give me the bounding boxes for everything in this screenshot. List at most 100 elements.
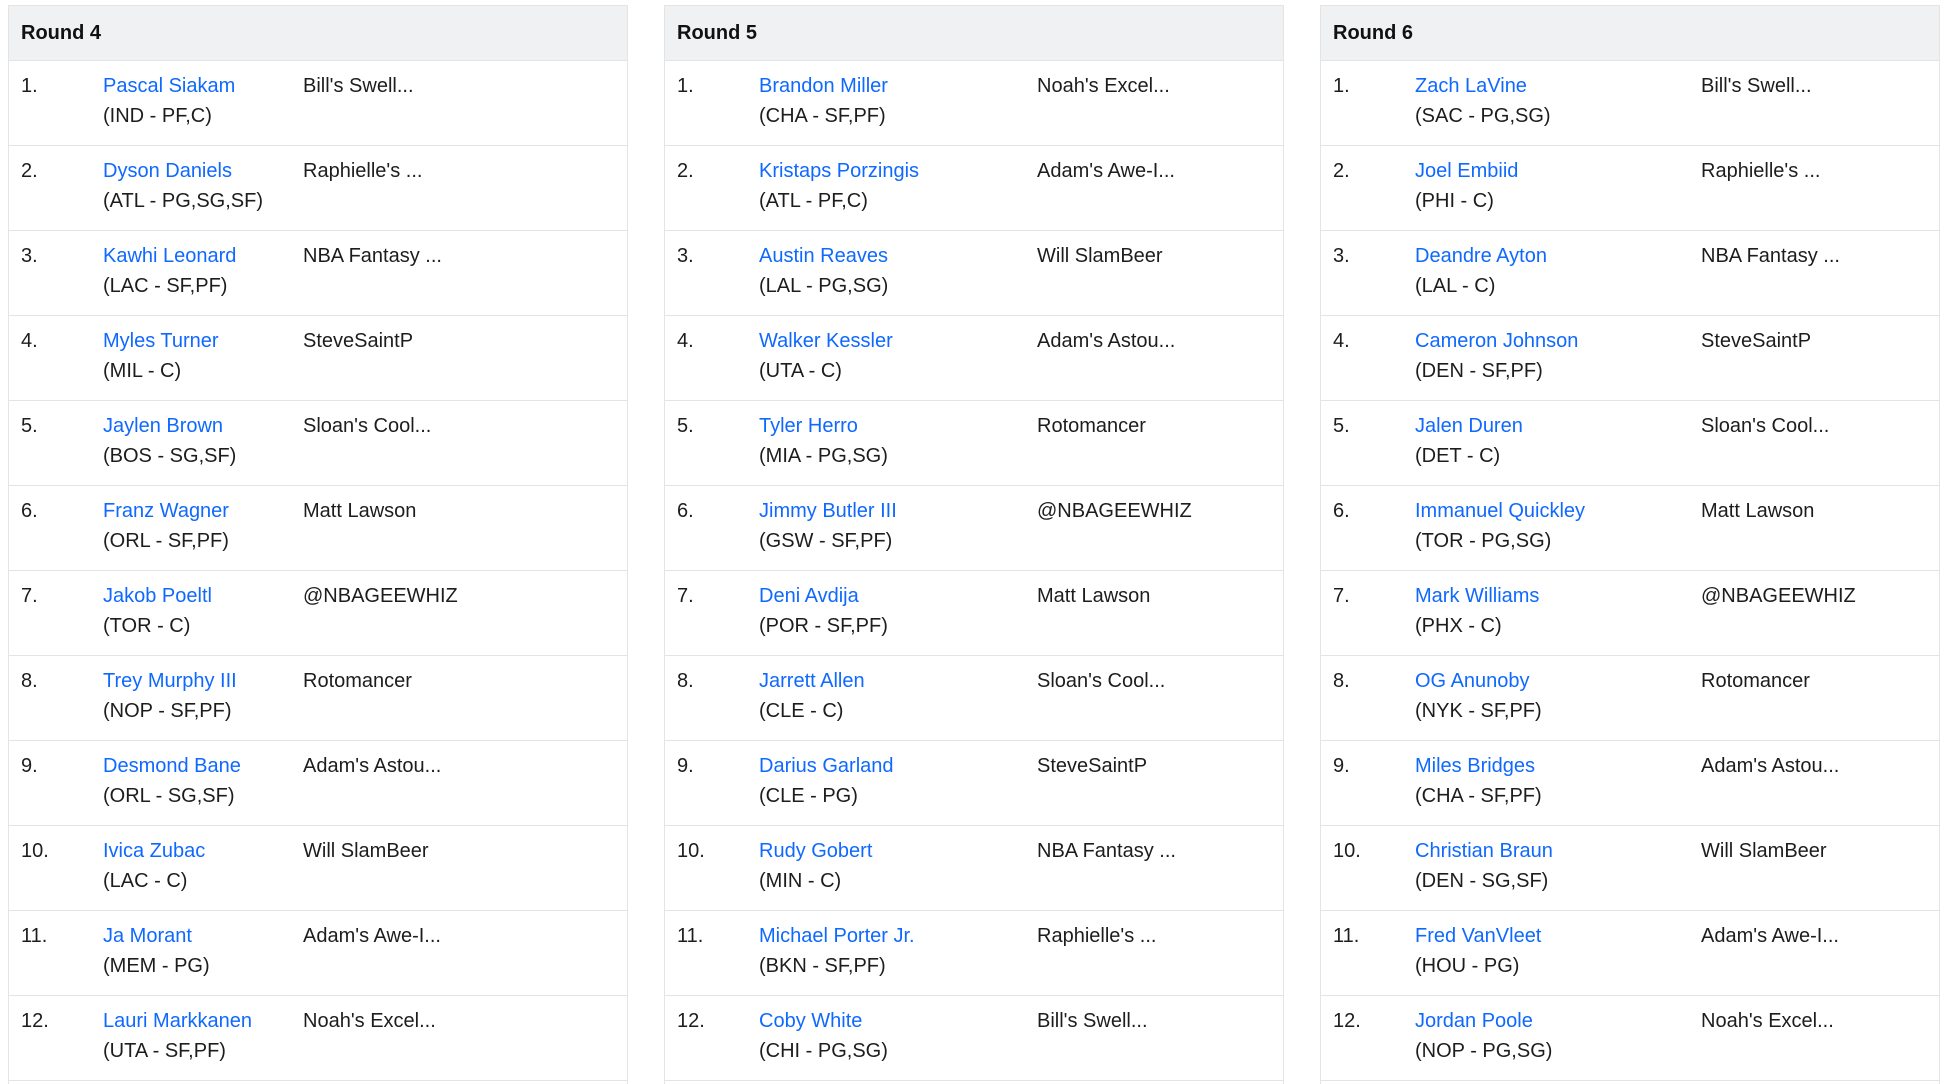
player-link[interactable]: Ja Morant xyxy=(103,925,192,948)
player-link[interactable]: Walker Kessler xyxy=(759,330,893,353)
pick-row: 7. Deni Avdija (POR - SF,PF) Matt Lawson xyxy=(665,571,1283,656)
pick-row: 10. Ivica Zubac (LAC - C) Will SlamBeer xyxy=(9,826,627,911)
pick-row: 10. Christian Braun (DEN - SG,SF) Will Slam… xyxy=(1321,826,1939,911)
fantasy-team-name: Rotomancer xyxy=(303,670,412,692)
player-link[interactable]: Deni Avdija xyxy=(759,585,859,608)
player-link[interactable]: Jarrett Allen xyxy=(759,670,865,693)
player-team-positions: (TOR - C) xyxy=(103,615,191,637)
pick-row: 7. Jakob Poeltl (TOR - C) @NBAGEEWHIZ xyxy=(9,571,627,656)
pick-row: 12. Coby White (CHI - PG,SG) Bill's Swell..… xyxy=(665,996,1283,1081)
player-link[interactable]: Cameron Johnson xyxy=(1415,330,1578,353)
fantasy-team-name: Adam's Astou... xyxy=(1701,755,1840,777)
pick-row: 11. Fred VanVleet (HOU - PG) Adam's Awe-I..… xyxy=(1321,911,1939,996)
pick-number: 9. xyxy=(21,755,38,777)
player-team-positions: (MIL - C) xyxy=(103,360,182,382)
player-link[interactable]: Jalen Duren xyxy=(1415,415,1523,438)
player-link[interactable]: Brandon Miller xyxy=(759,75,888,98)
player-link[interactable]: Immanuel Quickley xyxy=(1415,500,1585,523)
player-team-positions: (ORL - SG,SF) xyxy=(103,785,235,807)
pick-number: 9. xyxy=(1333,755,1350,777)
player-link[interactable]: Desmond Bane xyxy=(103,755,241,778)
pick-row: 10. Rudy Gobert (MIN - C) NBA Fantasy ... xyxy=(665,826,1283,911)
player-link[interactable]: Myles Turner xyxy=(103,330,219,353)
pick-number: 5. xyxy=(677,415,694,437)
player-link[interactable]: Trey Murphy III xyxy=(103,670,237,693)
player-link[interactable]: Kawhi Leonard xyxy=(103,245,236,268)
player-link[interactable]: Pascal Siakam xyxy=(103,75,235,98)
round-6-column: Round 6 1. Zach LaVine (SAC - PG,SG) Bill's… xyxy=(1320,5,1940,1084)
pick-row: 6. Immanuel Quickley (TOR - PG,SG) Matt Law… xyxy=(1321,486,1939,571)
fantasy-team-name: Will SlamBeer xyxy=(1037,245,1163,267)
pick-row: 8. Trey Murphy III (NOP - SF,PF) Rotomancer xyxy=(9,656,627,741)
player-link[interactable]: Darius Garland xyxy=(759,755,894,778)
pick-row: 12. Jordan Poole (NOP - PG,SG) Noah's Excel… xyxy=(1321,996,1939,1081)
pick-number: 4. xyxy=(677,330,694,352)
pick-number: 1. xyxy=(677,75,694,97)
player-link[interactable]: Miles Bridges xyxy=(1415,755,1535,778)
pick-number: 11. xyxy=(677,925,704,947)
player-link[interactable]: Joel Embiid xyxy=(1415,160,1518,183)
pick-row: 2. Kristaps Porzingis (ATL - PF,C) Adam's A… xyxy=(665,146,1283,231)
player-link[interactable]: Franz Wagner xyxy=(103,500,229,523)
pick-number: 11. xyxy=(21,925,48,947)
pick-number: 3. xyxy=(21,245,38,267)
pick-number: 12. xyxy=(1333,1010,1361,1032)
player-link[interactable]: Jakob Poeltl xyxy=(103,585,212,608)
player-team-positions: (ATL - PG,SG,SF) xyxy=(103,190,264,212)
player-team-positions: (HOU - PG) xyxy=(1415,955,1520,977)
player-team-positions: (CHA - SF,PF) xyxy=(759,105,886,127)
pick-number: 12. xyxy=(21,1010,49,1032)
fantasy-team-name: Matt Lawson xyxy=(1701,500,1815,522)
pick-number: 4. xyxy=(1333,330,1350,352)
pick-number: 2. xyxy=(1333,160,1350,182)
player-link[interactable]: Austin Reaves xyxy=(759,245,888,268)
pick-row: 11. Michael Porter Jr. (BKN - SF,PF) Raphie… xyxy=(665,911,1283,996)
fantasy-team-name: Will SlamBeer xyxy=(303,840,429,862)
pick-number: 7. xyxy=(1333,585,1350,607)
fantasy-team-name: Matt Lawson xyxy=(303,500,417,522)
pick-row: 8. OG Anunoby (NYK - SF,PF) Rotomancer xyxy=(1321,656,1939,741)
fantasy-team-name: Noah's Excel... xyxy=(1701,1010,1834,1032)
player-link[interactable]: Fred VanVleet xyxy=(1415,925,1541,948)
fantasy-team-name: Adam's Astou... xyxy=(1037,330,1176,352)
fantasy-team-name: Raphielle's ... xyxy=(1701,160,1821,182)
player-link[interactable]: Dyson Daniels xyxy=(103,160,232,183)
pick-row: 6. Jimmy Butler III (GSW - SF,PF) @NBAGEEWH… xyxy=(665,486,1283,571)
fantasy-team-name: Sloan's Cool... xyxy=(303,415,432,437)
fantasy-team-name: Bill's Swell... xyxy=(1701,75,1812,97)
player-team-positions: (PHX - C) xyxy=(1415,615,1502,637)
player-link[interactable]: Christian Braun xyxy=(1415,840,1553,863)
pick-row: 4. Cameron Johnson (DEN - SF,PF) SteveSaint… xyxy=(1321,316,1939,401)
player-link[interactable]: Jimmy Butler III xyxy=(759,500,897,523)
player-link[interactable]: Coby White xyxy=(759,1010,862,1033)
fantasy-team-name: Matt Lawson xyxy=(1037,585,1151,607)
player-team-positions: (DET - C) xyxy=(1415,445,1501,467)
pick-row: 8. Jarrett Allen (CLE - C) Sloan's Cool... xyxy=(665,656,1283,741)
pick-row: 2. Joel Embiid (PHI - C) Raphielle's ... xyxy=(1321,146,1939,231)
player-link[interactable]: Ivica Zubac xyxy=(103,840,205,863)
player-team-positions: (MIN - C) xyxy=(759,870,842,892)
player-link[interactable]: Tyler Herro xyxy=(759,415,858,438)
player-link[interactable]: Deandre Ayton xyxy=(1415,245,1547,268)
player-team-positions: (MIA - PG,SG) xyxy=(759,445,888,467)
player-link[interactable]: OG Anunoby xyxy=(1415,670,1530,693)
fantasy-team-name: Adam's Awe-I... xyxy=(1037,160,1175,182)
player-team-positions: (MEM - PG) xyxy=(103,955,210,977)
pick-row: 11. Ja Morant (MEM - PG) Adam's Awe-I... xyxy=(9,911,627,996)
pick-number: 6. xyxy=(1333,500,1350,522)
player-link[interactable]: Michael Porter Jr. xyxy=(759,925,915,948)
player-link[interactable]: Jaylen Brown xyxy=(103,415,223,438)
player-link[interactable]: Rudy Gobert xyxy=(759,840,872,863)
player-link[interactable]: Kristaps Porzingis xyxy=(759,160,919,183)
player-team-positions: (DEN - SF,PF) xyxy=(1415,360,1543,382)
player-link[interactable]: Mark Williams xyxy=(1415,585,1539,608)
player-team-positions: (IND - PF,C) xyxy=(103,105,212,127)
player-team-positions: (PHI - C) xyxy=(1415,190,1494,212)
player-link[interactable]: Zach LaVine xyxy=(1415,75,1527,98)
player-link[interactable]: Lauri Markkanen xyxy=(103,1010,252,1033)
pick-row: 4. Walker Kessler (UTA - C) Adam's Astou... xyxy=(665,316,1283,401)
pick-number: 8. xyxy=(1333,670,1350,692)
player-link[interactable]: Jordan Poole xyxy=(1415,1010,1533,1033)
pick-number: 5. xyxy=(21,415,38,437)
player-team-positions: (TOR - PG,SG) xyxy=(1415,530,1552,552)
